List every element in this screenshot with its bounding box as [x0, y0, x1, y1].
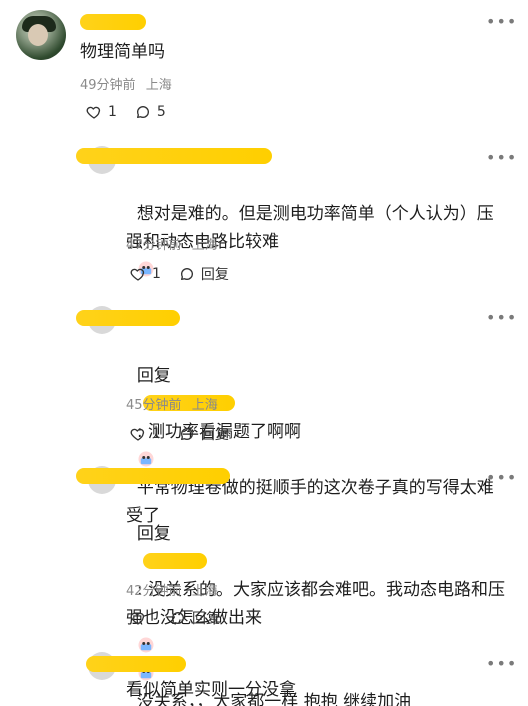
comment-time: 42分钟前: [126, 584, 182, 599]
reply-button[interactable]: 回复: [170, 608, 220, 628]
heart-icon: [130, 268, 145, 281]
comment-icon: [180, 428, 193, 440]
comment-location: 上海: [191, 584, 218, 599]
comment-actions: 1 5: [86, 104, 166, 120]
comment-location: 上海: [145, 78, 172, 93]
username-mask: [76, 148, 272, 164]
reply-button[interactable]: 回复: [179, 424, 229, 444]
comment-location: 上海: [191, 238, 218, 253]
reply-label: 回复: [200, 267, 229, 283]
reply-label: 回复: [200, 427, 229, 443]
comment-time: 45分钟前: [126, 398, 182, 413]
username-mask: [76, 468, 230, 484]
heart-icon: [130, 428, 145, 441]
reply-prefix: 回复: [136, 524, 171, 544]
comment-actions: 1 回复: [130, 264, 229, 284]
comment-icon: [136, 106, 149, 118]
more-icon[interactable]: •••: [486, 310, 516, 326]
comment-meta: 49分钟前 上海: [80, 74, 172, 93]
comment-text: 回复 : 没关系的。大家应该都会难吧。我动态电路和压强也没怎么做出来 没关系，，…: [126, 492, 506, 706]
more-icon[interactable]: •••: [486, 14, 516, 30]
comment-icon: [172, 612, 184, 624]
comment-location: 上海: [191, 398, 218, 413]
like-button[interactable]: [130, 610, 152, 626]
comment-meta: 45分钟前 上海: [126, 394, 218, 413]
reply-button[interactable]: 回复: [179, 264, 229, 284]
more-icon[interactable]: •••: [486, 150, 516, 166]
like-count: 1: [152, 426, 161, 442]
reply-label: 回复: [192, 611, 220, 627]
like-button[interactable]: 1: [86, 104, 117, 120]
like-button[interactable]: 1: [130, 266, 161, 282]
emoji-icon: [138, 451, 154, 467]
heart-icon: [86, 106, 101, 119]
comment-text: 看似简单实则一分没拿: [126, 680, 296, 700]
comment-actions: 1 回复: [130, 424, 229, 444]
username-mask: [86, 656, 186, 672]
avatar[interactable]: [16, 10, 66, 60]
emoji-icon: [138, 637, 154, 653]
reply-user-mask: [142, 553, 207, 569]
more-icon[interactable]: •••: [486, 470, 516, 486]
username-mask: [80, 14, 146, 30]
comment-time: 49分钟前: [80, 78, 136, 93]
more-icon[interactable]: •••: [486, 656, 516, 672]
like-count: 1: [152, 266, 161, 282]
comment-meta: 42分钟前 上海: [126, 580, 218, 599]
comment-meta: 47分钟前 上海: [126, 234, 218, 253]
like-button[interactable]: 1: [130, 426, 161, 442]
reply-count-button[interactable]: 5: [135, 104, 166, 120]
reply-count: 5: [156, 104, 166, 120]
heart-icon: [130, 612, 145, 625]
like-count: 1: [108, 104, 117, 120]
reply-prefix: 回复: [136, 366, 171, 386]
avatar-face: [28, 24, 48, 46]
comment-text: 物理简单吗: [80, 42, 165, 62]
comment-actions: 回复: [130, 608, 220, 628]
comment-time: 47分钟前: [126, 238, 182, 253]
comment-icon: [180, 268, 193, 280]
username-mask: [76, 310, 180, 326]
